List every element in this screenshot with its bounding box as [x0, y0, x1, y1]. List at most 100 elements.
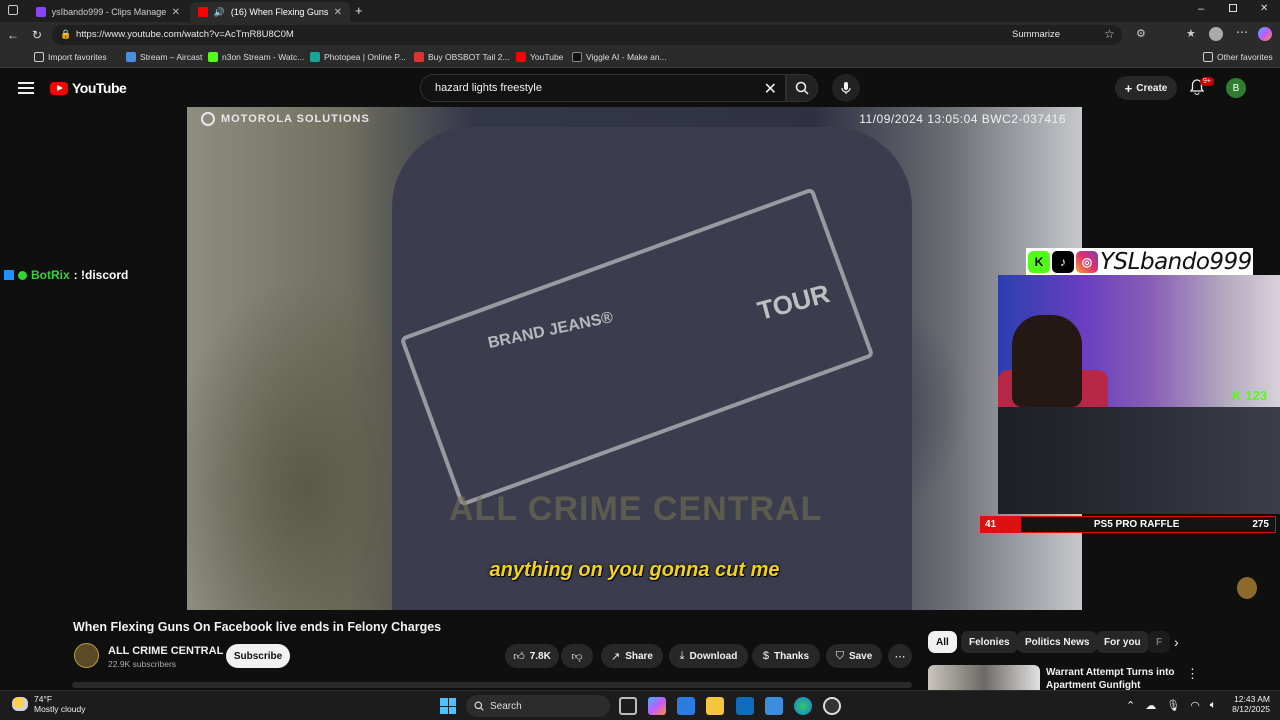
chip-partial[interactable]: F	[1148, 631, 1171, 653]
recommended-video-thumbnail[interactable]	[928, 665, 1040, 690]
favorite-label: Import favorites	[48, 52, 107, 62]
search-icon	[474, 701, 484, 711]
youtube-header: YouTube hazard lights freestyle ✕ + Crea…	[0, 68, 1280, 108]
minimize-button[interactable]: –	[1198, 3, 1204, 15]
dislike-button[interactable]: 👎︎	[561, 644, 593, 668]
task-view-icon[interactable]	[619, 697, 637, 715]
hamburger-menu-icon[interactable]	[18, 79, 34, 95]
tab-actions-icon[interactable]	[8, 5, 18, 15]
back-button[interactable]: ←	[2, 24, 24, 46]
channel-avatar[interactable]	[74, 643, 99, 668]
other-favorites[interactable]: Other favorites	[1203, 52, 1273, 62]
copilot-icon[interactable]	[1258, 27, 1272, 41]
chat-message: BotRix : !discord	[4, 268, 128, 282]
edge-icon[interactable]	[794, 697, 812, 715]
chevron-right-icon[interactable]: ›	[1174, 634, 1179, 650]
favorite-label: Buy OBSBOT Tail 2...	[428, 52, 510, 62]
kick-icon: K	[1232, 388, 1242, 403]
wifi-icon[interactable]: ◠	[1190, 699, 1200, 712]
maximize-button[interactable]	[1229, 4, 1237, 12]
obs-icon[interactable]	[823, 697, 841, 715]
recommended-video-title[interactable]: Warrant Attempt Turns into Apartment Gun…	[1046, 666, 1176, 690]
viewer-count: 123	[1245, 388, 1268, 403]
favorites-icon[interactable]: ★	[1186, 27, 1196, 40]
more-options-icon[interactable]: ⋮	[1186, 666, 1199, 682]
chat-username: BotRix	[31, 268, 70, 282]
clear-search-icon[interactable]: ✕	[764, 79, 777, 99]
tab-youtube-video[interactable]: 🔊 (16) When Flexing Guns On Fac ✕	[190, 2, 350, 22]
raffle-bar: 41 PS5 PRO RAFFLE 275	[980, 516, 1276, 533]
outlook-icon[interactable]	[736, 697, 754, 715]
save-button[interactable]: ⛉ Save	[826, 644, 882, 668]
youtube-logo[interactable]: YouTube	[50, 80, 127, 96]
account-avatar[interactable]: B	[1226, 78, 1246, 98]
microphone-icon[interactable]: 🎙︎	[1166, 699, 1180, 712]
share-button[interactable]: ↗ Share	[601, 644, 663, 668]
clock-date: 8/12/2025	[1232, 704, 1270, 714]
voice-search-button[interactable]	[832, 74, 860, 102]
close-icon[interactable]: ✕	[172, 7, 180, 18]
new-tab-button[interactable]: +	[355, 3, 363, 18]
video-caption: anything on you gonna cut me	[489, 559, 780, 581]
profile-avatar[interactable]	[1209, 27, 1223, 41]
clock[interactable]: 12:43 AM 8/12/2025	[1226, 694, 1270, 714]
search-input[interactable]: hazard lights freestyle ✕	[420, 74, 786, 102]
twitch-icon	[36, 7, 46, 17]
photos-icon[interactable]	[765, 697, 783, 715]
description-preview[interactable]	[72, 682, 912, 688]
store-icon[interactable]	[677, 697, 695, 715]
channel-name[interactable]: ALL CRIME CENTRAL	[108, 645, 223, 657]
refresh-button[interactable]: ↻	[26, 24, 48, 46]
chip-for-you[interactable]: For you	[1096, 631, 1149, 653]
thanks-label: Thanks	[774, 650, 810, 662]
summarize-button[interactable]: Summarize	[1012, 29, 1060, 40]
youtube-play-icon	[50, 81, 68, 95]
url-text: https://www.youtube.com/watch?v=AcTmR8U8…	[76, 29, 294, 40]
network-icon[interactable]: ☁	[1145, 699, 1156, 712]
file-explorer-icon[interactable]	[706, 697, 724, 715]
subscribe-button[interactable]: Subscribe	[226, 644, 290, 668]
start-button[interactable]	[440, 698, 456, 714]
raffle-count-left: 41	[981, 517, 1021, 532]
star-icon[interactable]: ☆	[1104, 27, 1115, 41]
chip-all[interactable]: All	[928, 631, 957, 653]
tab-title: ysIbando999 - Clips Manager - Tw	[51, 7, 166, 17]
search-button[interactable]	[786, 74, 818, 102]
favorite-photopea[interactable]: Photopea | Online P...	[310, 52, 406, 62]
more-menu-icon[interactable]: ⋯	[1236, 25, 1248, 39]
like-button[interactable]: 👍︎ 7.8K	[505, 644, 559, 668]
extensions-icon[interactable]: ⚙	[1136, 27, 1146, 40]
streamer-name: YSLbando999	[1100, 248, 1252, 275]
tab-clips-manager[interactable]: ysIbando999 - Clips Manager - Tw ✕	[28, 2, 188, 22]
chip-politics-news[interactable]: Politics News	[1017, 631, 1098, 653]
desk-camera-feed	[998, 407, 1280, 514]
verified-badge-icon	[18, 270, 27, 280]
weather-widget[interactable]: 74°F Mostly cloudy	[12, 694, 86, 714]
favorite-viggle[interactable]: Viggle AI - Make an...	[572, 52, 667, 62]
url-field[interactable]: 🔒 https://www.youtube.com/watch?v=AcTmR8…	[52, 25, 1122, 45]
taskbar-search[interactable]: Search	[466, 695, 610, 717]
chat-text: : !discord	[73, 268, 129, 282]
favorite-youtube[interactable]: YouTube	[516, 52, 563, 62]
favorite-aircast[interactable]: Stream – Aircast	[126, 52, 202, 62]
download-button[interactable]: ⤓ Download	[669, 644, 748, 668]
favorite-obsbot[interactable]: Buy OBSBOT Tail 2...	[414, 52, 509, 62]
video-player[interactable]: TOUR BRAND JEANS® MOTOROLA SOLUTIONS 11/…	[187, 107, 1082, 610]
volume-icon[interactable]: 🔈︎	[1210, 699, 1217, 712]
plus-icon: +	[1124, 80, 1133, 96]
close-window-button[interactable]: ✕	[1260, 3, 1268, 14]
close-icon[interactable]: ✕	[334, 7, 342, 18]
copilot-app-icon[interactable]	[648, 697, 666, 715]
favorite-label: n3on Stream - Watc...	[222, 52, 305, 62]
channel-watermark: ALL CRIME CENTRAL	[449, 490, 823, 528]
create-button[interactable]: + Create	[1115, 76, 1177, 100]
youtube-icon	[198, 7, 208, 17]
speaker-icon[interactable]: 🔊	[214, 7, 225, 18]
favorite-import[interactable]: Import favorites	[34, 52, 107, 62]
thanks-button[interactable]: $ Thanks	[752, 644, 820, 668]
photopea-icon	[310, 52, 320, 62]
chip-felonies[interactable]: Felonies	[961, 631, 1018, 653]
more-actions-button[interactable]: ⋯	[888, 644, 912, 668]
chevron-up-icon[interactable]: ⌃	[1126, 699, 1135, 712]
favorite-n3on[interactable]: n3on Stream - Watc...	[208, 52, 304, 62]
